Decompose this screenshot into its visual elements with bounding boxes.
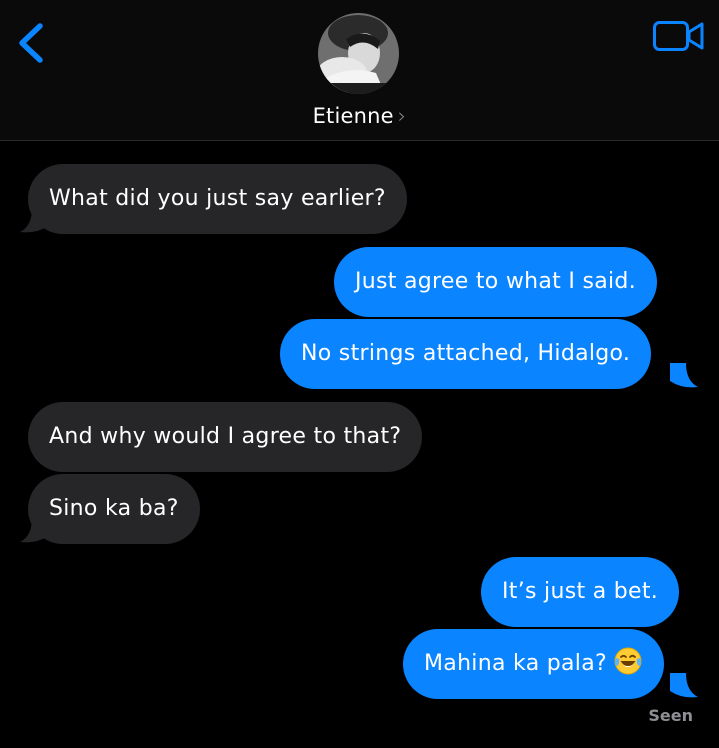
video-call-button[interactable] xyxy=(652,18,706,54)
message-text: Just agree to what I said. xyxy=(355,269,636,294)
message-bubble-outgoing[interactable]: It’s just a bet. xyxy=(481,557,680,627)
contact-name-button[interactable]: Etienne › xyxy=(0,104,719,128)
video-camera-icon xyxy=(653,21,704,51)
message-text: Sino ka ba? xyxy=(49,496,179,521)
read-receipt: Seen xyxy=(648,706,693,725)
message-bubble-outgoing[interactable]: Just agree to what I said. xyxy=(334,247,657,317)
message-text: And why would I agree to that? xyxy=(49,424,402,449)
avatar[interactable] xyxy=(318,13,399,94)
contact-name: Etienne xyxy=(312,104,394,128)
message-text: Mahina ka pala? xyxy=(424,651,607,676)
contact-photo xyxy=(318,13,399,94)
tears-of-joy-emoji xyxy=(614,647,642,675)
message-text: What did you just say earlier? xyxy=(49,186,386,211)
message-bubble-outgoing[interactable]: No strings attached, Hidalgo. xyxy=(280,319,652,389)
bubble-tail xyxy=(670,363,698,388)
chevron-right-icon: › xyxy=(397,104,407,128)
message-bubble-incoming[interactable]: Sino ka ba? xyxy=(28,474,200,544)
bubble-tail xyxy=(20,208,48,233)
message-text: It’s just a bet. xyxy=(502,579,659,604)
message-bubble-incoming[interactable]: What did you just say earlier? xyxy=(28,164,407,234)
conversation-header: Etienne › xyxy=(0,0,719,141)
bubble-tail xyxy=(670,673,698,698)
message-text: No strings attached, Hidalgo. xyxy=(301,341,631,366)
back-button[interactable] xyxy=(10,18,50,68)
bubble-tail xyxy=(20,518,48,543)
message-bubble-outgoing[interactable]: Mahina ka pala? xyxy=(403,629,664,699)
message-bubble-incoming[interactable]: And why would I agree to that? xyxy=(28,402,423,472)
chevron-left-icon xyxy=(19,23,43,63)
